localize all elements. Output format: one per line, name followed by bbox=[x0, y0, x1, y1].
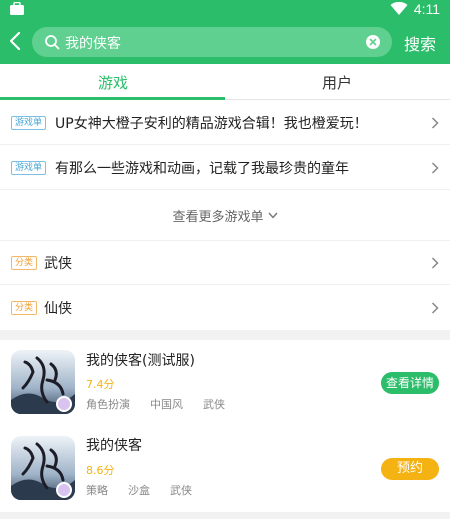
collection-tag: 游戏单 bbox=[11, 161, 47, 175]
game-tag: 武侠 bbox=[203, 398, 225, 411]
category-item[interactable]: 分类 仙侠 bbox=[0, 285, 450, 330]
game-tag: 角色扮演 bbox=[86, 398, 130, 411]
chevron-right-icon bbox=[431, 117, 439, 129]
tab-games[interactable]: 游戏 bbox=[98, 72, 128, 93]
collection-item[interactable]: 游戏单 UP女神大橙子安利的精品游戏合辑！我也橙爱玩！ bbox=[0, 100, 450, 145]
search-button[interactable]: 搜索 bbox=[404, 31, 436, 55]
game-tag: 武侠 bbox=[170, 484, 192, 497]
collection-title: 有那么一些游戏和动画，记载了我最珍贵的童年 bbox=[55, 161, 349, 177]
game-list: 我的侠客(测试服) 7.4分 角色扮演 中国风 武侠 查看详情 我的侠客 8.6分 … bbox=[0, 340, 450, 512]
view-details-button[interactable]: 查看详情 bbox=[381, 372, 439, 394]
game-name[interactable]: 我的侠客(测试服) bbox=[86, 350, 195, 370]
category-name: 武侠 bbox=[44, 256, 72, 272]
category-tag: 分类 bbox=[11, 256, 38, 270]
app-header: 4:11 我的侠客 搜索 bbox=[0, 0, 450, 64]
collection-title: UP女神大橙子安利的精品游戏合辑！我也橙爱玩！ bbox=[55, 116, 368, 132]
clear-icon[interactable] bbox=[366, 35, 380, 49]
chevron-right-icon bbox=[431, 302, 439, 314]
chevron-right-icon bbox=[431, 257, 439, 269]
more-collections-label: 查看更多游戏单 bbox=[172, 210, 264, 225]
game-tags: 策略 沙盒 武侠 bbox=[86, 482, 212, 498]
search-input[interactable]: 我的侠客 bbox=[65, 33, 121, 53]
category-tag: 分类 bbox=[11, 301, 38, 315]
game-score: 8.6分 bbox=[86, 464, 115, 477]
tab-bar: 游戏 用户 bbox=[0, 64, 450, 100]
game-tags: 角色扮演 中国风 武侠 bbox=[86, 396, 245, 412]
game-score: 7.4分 bbox=[86, 378, 115, 391]
collection-tag: 游戏单 bbox=[11, 116, 47, 130]
search-box[interactable]: 我的侠客 bbox=[32, 27, 392, 57]
badge-icon bbox=[56, 482, 72, 498]
category-item[interactable]: 分类 武侠 bbox=[0, 240, 450, 285]
search-icon bbox=[45, 35, 60, 50]
reserve-button[interactable]: 预约 bbox=[381, 458, 439, 480]
status-bar: 4:11 bbox=[0, 0, 450, 20]
category-name: 仙侠 bbox=[44, 301, 72, 317]
chevron-right-icon bbox=[431, 162, 439, 174]
game-tag: 中国风 bbox=[150, 398, 183, 411]
wifi-icon bbox=[390, 2, 408, 15]
tab-users[interactable]: 用户 bbox=[322, 72, 352, 93]
back-arrow-icon[interactable] bbox=[6, 30, 26, 52]
game-tag: 沙盒 bbox=[128, 484, 150, 497]
results-list: 游戏单 UP女神大橙子安利的精品游戏合辑！我也橙爱玩！ 游戏单 有那么一些游戏和… bbox=[0, 100, 450, 330]
status-time: 4:11 bbox=[413, 1, 440, 17]
badge-icon bbox=[56, 396, 72, 412]
game-name[interactable]: 我的侠客 bbox=[86, 435, 142, 455]
more-collections-link[interactable]: 查看更多游戏单 bbox=[0, 206, 450, 225]
game-tag: 策略 bbox=[86, 484, 108, 497]
chevron-down-icon bbox=[267, 212, 278, 219]
collection-item[interactable]: 游戏单 有那么一些游戏和动画，记载了我最珍贵的童年 bbox=[0, 145, 450, 190]
briefcase-icon bbox=[10, 2, 24, 15]
